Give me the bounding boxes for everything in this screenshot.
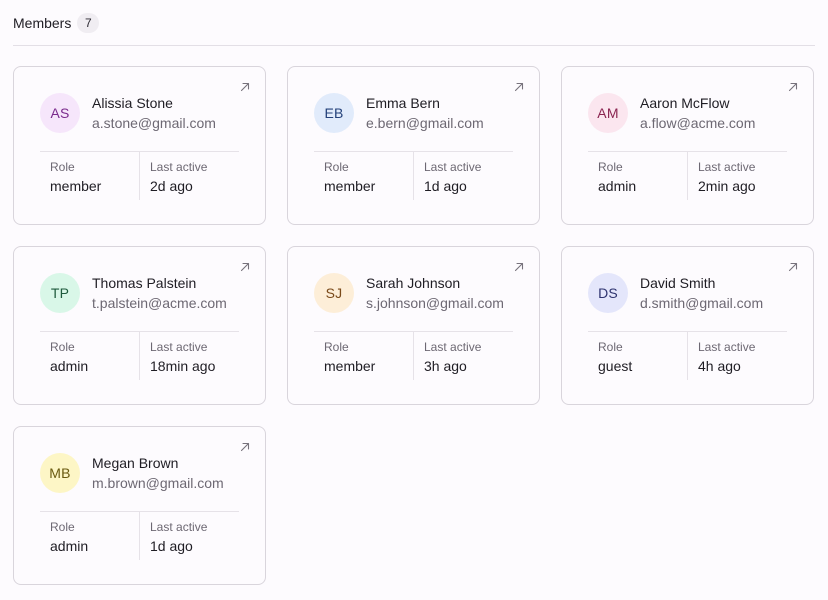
page-title: Members: [13, 15, 72, 31]
member-name: David Smith: [640, 275, 716, 291]
role-value: member: [50, 178, 102, 194]
role-label: Role: [50, 340, 75, 354]
column-divider: [413, 332, 414, 380]
column-divider: [139, 152, 140, 200]
avatar: SJ: [314, 273, 354, 313]
member-card[interactable]: DS David Smith d.smith@gmail.com Role gu…: [561, 246, 814, 405]
member-name: Thomas Palstein: [92, 275, 197, 291]
role-label: Role: [598, 340, 623, 354]
members-header: Members 7: [13, 12, 815, 46]
last-active-value: 1d ago: [424, 178, 467, 194]
column-divider: [687, 152, 688, 200]
role-value: admin: [50, 538, 89, 554]
role-value: admin: [50, 358, 89, 374]
member-card[interactable]: AS Alissia Stone a.stone@gmail.com Role …: [13, 66, 266, 225]
avatar: MB: [40, 453, 80, 493]
last-active-label: Last active: [150, 160, 208, 174]
last-active-label: Last active: [150, 520, 208, 534]
member-name: Aaron McFlow: [640, 95, 730, 111]
member-email: a.stone@gmail.com: [92, 115, 216, 131]
member-card[interactable]: AM Aaron McFlow a.flow@acme.com Role adm…: [561, 66, 814, 225]
avatar: TP: [40, 273, 80, 313]
last-active-value: 2min ago: [698, 178, 756, 194]
last-active-value: 2d ago: [150, 178, 193, 194]
members-page: Members 7 AS Alissia Stone a.stone@gmail…: [0, 0, 828, 600]
member-name: Sarah Johnson: [366, 275, 461, 291]
member-email: s.johnson@gmail.com: [366, 295, 504, 311]
member-card[interactable]: MB Megan Brown m.brown@gmail.com Role ad…: [13, 426, 266, 585]
role-value: member: [324, 358, 376, 374]
avatar: EB: [314, 93, 354, 133]
arrow-up-right-icon[interactable]: [238, 260, 252, 274]
avatar: AS: [40, 93, 80, 133]
arrow-up-right-icon[interactable]: [238, 440, 252, 454]
member-card[interactable]: SJ Sarah Johnson s.johnson@gmail.com Rol…: [287, 246, 540, 405]
member-email: t.palstein@acme.com: [92, 295, 227, 311]
avatar: DS: [588, 273, 628, 313]
role-label: Role: [50, 520, 75, 534]
last-active-label: Last active: [424, 160, 482, 174]
role-value: guest: [598, 358, 633, 374]
arrow-up-right-icon[interactable]: [512, 80, 526, 94]
column-divider: [687, 332, 688, 380]
last-active-label: Last active: [424, 340, 482, 354]
last-active-label: Last active: [698, 160, 756, 174]
member-email: a.flow@acme.com: [640, 115, 756, 131]
last-active-value: 18min ago: [150, 358, 216, 374]
column-divider: [139, 512, 140, 560]
member-name: Emma Bern: [366, 95, 440, 111]
member-email: d.smith@gmail.com: [640, 295, 764, 311]
role-label: Role: [324, 160, 349, 174]
member-email: m.brown@gmail.com: [92, 475, 224, 491]
role-value: member: [324, 178, 376, 194]
column-divider: [413, 152, 414, 200]
last-active-value: 1d ago: [150, 538, 193, 554]
last-active-value: 4h ago: [698, 358, 741, 374]
last-active-value: 3h ago: [424, 358, 467, 374]
member-email: e.bern@gmail.com: [366, 115, 484, 131]
role-label: Role: [598, 160, 623, 174]
last-active-label: Last active: [698, 340, 756, 354]
role-value: admin: [598, 178, 637, 194]
role-label: Role: [324, 340, 349, 354]
role-label: Role: [50, 160, 75, 174]
arrow-up-right-icon[interactable]: [512, 260, 526, 274]
column-divider: [139, 332, 140, 380]
member-card[interactable]: TP Thomas Palstein t.palstein@acme.com R…: [13, 246, 266, 405]
last-active-label: Last active: [150, 340, 208, 354]
member-card[interactable]: EB Emma Bern e.bern@gmail.com Role membe…: [287, 66, 540, 225]
member-name: Alissia Stone: [92, 95, 173, 111]
arrow-up-right-icon[interactable]: [786, 80, 800, 94]
arrow-up-right-icon[interactable]: [238, 80, 252, 94]
arrow-up-right-icon[interactable]: [786, 260, 800, 274]
member-name: Megan Brown: [92, 455, 179, 471]
avatar: AM: [588, 93, 628, 133]
member-count-badge: 7: [77, 13, 100, 33]
